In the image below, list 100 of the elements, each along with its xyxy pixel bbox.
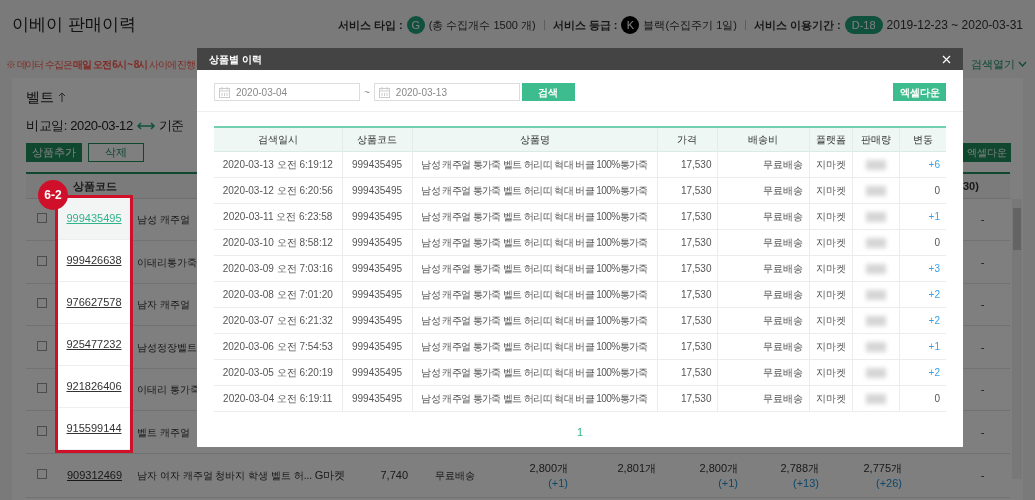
product-name: 남성정장벨트 [137, 341, 197, 353]
change-value: +2 [928, 314, 940, 326]
blurred-value [865, 263, 886, 274]
table-cell: 2020-03-13 오전 6:19:12 [222, 158, 333, 170]
blurred-value [865, 315, 886, 326]
sort-icon [58, 92, 66, 102]
checkbox[interactable] [37, 298, 47, 308]
product-code-link[interactable]: 925477232 [66, 336, 122, 353]
table-cell: 2020-03-10 오전 8:58:12 [222, 236, 333, 248]
blurred-value [865, 211, 886, 222]
table-cell: 남성 캐주얼 통가죽 벨트 허리띠 혁대 버클 100%통가죽 [421, 314, 648, 326]
date-field[interactable]: 2020-03-13 [373, 83, 520, 101]
table-cell: 무료배송 [762, 262, 803, 274]
table-cell: - [980, 383, 985, 395]
table-cell: - [980, 468, 985, 481]
page-link[interactable]: 1 [573, 423, 587, 440]
table-cell: 999435495 [351, 366, 403, 378]
table-cell: 2020-03-11 오전 6:23:58 [223, 210, 333, 222]
column-header: 변동 [912, 133, 933, 145]
table-cell: 2020-03-08 오전 7:01:20 [222, 288, 333, 300]
add-product-button[interactable]: 상품추가 [26, 142, 82, 162]
product-code-link[interactable]: 909312469 [66, 468, 123, 481]
service-grade-value: 블랙(수집주기 1일) [643, 17, 737, 33]
table-cell: - [980, 425, 985, 438]
product-code-link[interactable]: 999426638 [66, 252, 122, 269]
service-type-value: (총 수집개수 1500 개) [428, 17, 536, 33]
change-value: +1 [928, 210, 940, 222]
modal-title: 상품별 이력 [209, 52, 262, 67]
delete-button[interactable]: 삭제 [88, 142, 144, 162]
base-date-label: 기준 [158, 117, 184, 136]
table-cell: 999435495 [351, 236, 403, 248]
table-cell: 무료배송 [762, 236, 803, 248]
search-toggle[interactable]: 검색열기 [971, 55, 1027, 73]
product-code-link[interactable]: 915599144 [66, 420, 122, 437]
table-cell: 무료배송 [762, 210, 803, 222]
excel-download-button[interactable]: 엑셀다운 [963, 142, 1011, 162]
table-cell: 무료배송 [435, 469, 475, 481]
change-value: +6 [928, 158, 940, 170]
table-cell: 지마켓 [815, 158, 846, 170]
change-value: +2 [928, 288, 940, 300]
column-header: 30) [962, 179, 979, 192]
checkbox[interactable] [37, 425, 47, 436]
blurred-value [865, 237, 886, 248]
column-header: 판매량 [860, 133, 891, 145]
table-cell: 남성 캐주얼 통가죽 벨트 허리띠 혁대 버클 100%통가죽 [421, 366, 648, 378]
column-header: 가격 [677, 133, 697, 145]
service-period-label: 서비스 이용기간 : [753, 17, 841, 33]
chevron-down-icon [1018, 61, 1027, 67]
count-value: 2,788개 [780, 460, 819, 476]
checkbox[interactable] [37, 468, 47, 479]
count-change: (+26) [876, 475, 902, 491]
count-value: 2,800개 [699, 460, 738, 476]
table-cell: 무료배송 [762, 184, 803, 196]
product-code-link[interactable]: 976627578 [66, 294, 122, 311]
double-arrow-icon [135, 121, 156, 131]
close-icon [942, 54, 951, 64]
table-cell: 2020-03-05 오전 6:20:19 [222, 366, 333, 378]
calendar-icon [219, 86, 230, 98]
table-cell: 17,530 [680, 262, 712, 274]
table-cell: 999435495 [351, 314, 403, 326]
calendar-icon [378, 86, 390, 98]
table-cell: 무료배송 [762, 288, 803, 300]
date-field[interactable]: 2020-03-04 [214, 83, 360, 101]
table-cell: 999435495 [351, 392, 403, 404]
table-cell: 17,530 [680, 288, 712, 300]
checkbox[interactable] [37, 383, 47, 393]
service-grade-label: 서비스 등급 : [552, 17, 618, 33]
scrollbar[interactable] [1012, 199, 1022, 479]
checkbox[interactable] [37, 213, 47, 223]
table-cell: 지마켓 [815, 184, 846, 196]
column-header: 플랫폼 [815, 133, 846, 145]
column-header: 상품코드 [357, 133, 397, 145]
table-cell: 17,530 [680, 314, 712, 326]
page-title: 이베이 판매이력 [12, 14, 136, 37]
table-cell: 지마켓 [815, 340, 846, 352]
excel-download-button[interactable]: 엑셀다운 [893, 83, 946, 101]
blurred-value [865, 367, 886, 378]
compare-date: 비교일: 2020-03-12 [26, 117, 133, 136]
change-value: 0 [934, 236, 940, 248]
column-header: 검색일시 [257, 133, 298, 145]
change-value: 0 [934, 184, 940, 196]
table-cell: 남성 캐주얼 통가죽 벨트 허리띠 혁대 버클 100%통가죽 [421, 184, 648, 196]
checkbox[interactable] [37, 340, 47, 351]
table-cell: 2020-03-04 오전 6:19:11 [223, 392, 333, 404]
product-code-link[interactable]: 921826406 [66, 378, 122, 395]
change-value: +1 [928, 340, 940, 352]
table-cell: 999435495 [351, 340, 403, 352]
checkbox[interactable] [37, 255, 47, 266]
table-cell: 17,530 [680, 366, 712, 378]
table-cell: 17,530 [680, 392, 712, 404]
table-cell: 지마켓 [815, 366, 846, 378]
service-type-label: 서비스 타입 : [337, 17, 403, 33]
table-cell: 남성 캐주얼 통가죽 벨트 허리띠 혁대 버클 100%통가죽 [421, 158, 648, 170]
blurred-value [865, 159, 886, 170]
table-cell: 남성 캐주얼 통가죽 벨트 허리띠 혁대 버클 100%통가죽 [421, 210, 648, 222]
search-button[interactable]: 검색 [521, 83, 575, 101]
table-cell: 남성 캐주얼 통가죽 벨트 허리띠 혁대 버클 100%통가죽 [421, 392, 648, 404]
table-cell: 무료배송 [762, 392, 803, 404]
table-cell: 999435495 [351, 158, 403, 170]
table-cell: - [980, 340, 985, 353]
